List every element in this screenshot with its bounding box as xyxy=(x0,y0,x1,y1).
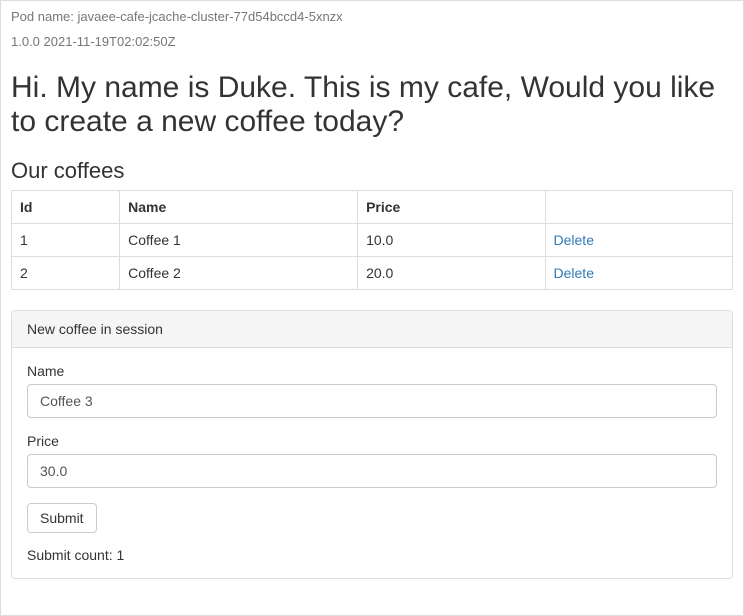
page-title: Hi. My name is Duke. This is my cafe, Wo… xyxy=(11,71,733,138)
cell-price: 20.0 xyxy=(358,257,545,290)
price-label: Price xyxy=(27,433,717,449)
cell-price: 10.0 xyxy=(358,224,545,257)
price-input[interactable] xyxy=(27,454,717,488)
coffee-table: Id Name Price 1 Coffee 1 10.0 Delete 2 C… xyxy=(11,190,733,290)
coffees-subheading: Our coffees xyxy=(11,158,733,184)
name-label: Name xyxy=(27,363,717,379)
table-row: 1 Coffee 1 10.0 Delete xyxy=(12,224,733,257)
delete-link[interactable]: Delete xyxy=(554,232,594,248)
cell-name: Coffee 2 xyxy=(120,257,358,290)
cell-id: 2 xyxy=(12,257,120,290)
cell-name: Coffee 1 xyxy=(120,224,358,257)
table-row: 2 Coffee 2 20.0 Delete xyxy=(12,257,733,290)
col-header-id: Id xyxy=(12,191,120,224)
pod-name-line: Pod name: javaee-cafe-jcache-cluster-77d… xyxy=(11,9,733,24)
col-header-actions xyxy=(545,191,732,224)
name-input[interactable] xyxy=(27,384,717,418)
panel-title: New coffee in session xyxy=(12,311,732,348)
delete-link[interactable]: Delete xyxy=(554,265,594,281)
version-timestamp-line: 1.0.0 2021-11-19T02:02:50Z xyxy=(11,34,733,49)
submit-count-text: Submit count: 1 xyxy=(27,547,717,563)
submit-button[interactable]: Submit xyxy=(27,503,97,533)
col-header-name: Name xyxy=(120,191,358,224)
cell-id: 1 xyxy=(12,224,120,257)
col-header-price: Price xyxy=(358,191,545,224)
new-coffee-panel: New coffee in session Name Price Submit … xyxy=(11,310,733,579)
